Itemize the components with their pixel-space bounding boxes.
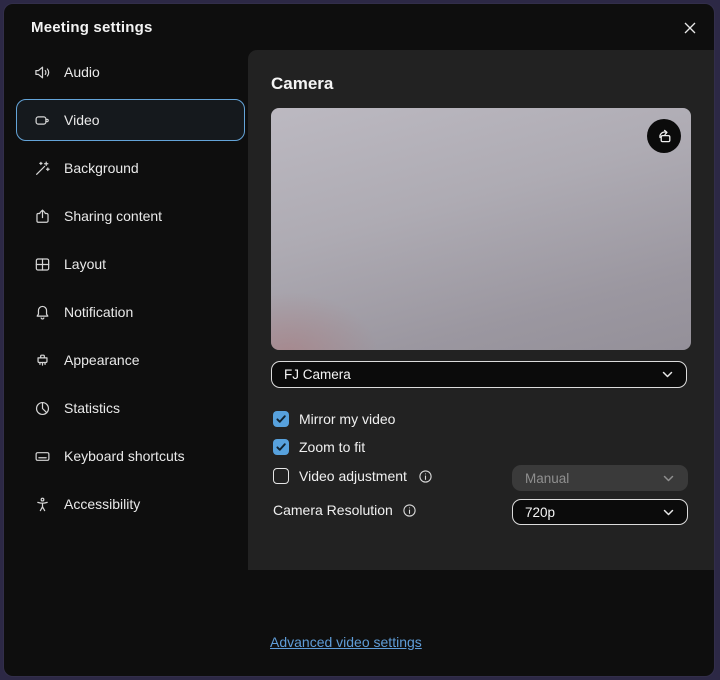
checkbox-unchecked-icon — [273, 468, 289, 484]
close-icon — [683, 21, 697, 35]
sidebar-item-label: Statistics — [64, 400, 120, 416]
speaker-icon — [34, 64, 51, 81]
panel-heading: Camera — [271, 74, 333, 94]
camera-preview — [271, 108, 691, 350]
mirror-my-video-label: Mirror my video — [299, 411, 395, 427]
sidebar-item-statistics[interactable]: Statistics — [16, 387, 245, 429]
camera-resolution-row: Camera Resolution — [273, 497, 417, 523]
sidebar-item-label: Accessibility — [64, 496, 140, 512]
sidebar-item-label: Audio — [64, 64, 100, 80]
sidebar-item-layout[interactable]: Layout — [16, 243, 245, 285]
camera-device-value: FJ Camera — [284, 367, 351, 382]
video-camera-icon — [34, 112, 51, 129]
flip-camera-icon — [655, 127, 674, 146]
share-icon — [34, 208, 51, 225]
pie-chart-icon — [34, 400, 51, 417]
sidebar-item-accessibility[interactable]: Accessibility — [16, 483, 245, 525]
info-icon[interactable] — [418, 469, 433, 484]
keyboard-icon — [34, 448, 51, 465]
video-adjustment-select: Manual — [512, 465, 688, 491]
close-button[interactable] — [677, 15, 703, 41]
camera-device-select[interactable]: FJ Camera — [271, 361, 687, 388]
paint-brush-icon — [34, 352, 51, 369]
sidebar-item-label: Background — [64, 160, 139, 176]
sidebar-item-background[interactable]: Background — [16, 147, 245, 189]
sidebar-item-audio[interactable]: Audio — [16, 51, 245, 93]
chevron-down-icon — [662, 506, 675, 519]
video-adjustment-label: Video adjustment — [299, 468, 407, 484]
advanced-video-settings-link[interactable]: Advanced video settings — [270, 634, 422, 650]
mirror-my-video-checkbox[interactable]: Mirror my video — [273, 411, 395, 427]
checkbox-checked-icon — [273, 439, 289, 455]
camera-resolution-value: 720p — [525, 505, 555, 520]
sidebar-item-label: Layout — [64, 256, 106, 272]
sidebar-item-video[interactable]: Video — [16, 99, 245, 141]
meeting-settings-dialog: Meeting settings Audio Video Background … — [4, 4, 714, 676]
camera-resolution-label: Camera Resolution — [273, 502, 393, 518]
chevron-down-icon — [661, 368, 674, 381]
zoom-to-fit-checkbox[interactable]: Zoom to fit — [273, 439, 365, 455]
sidebar-item-label: Keyboard shortcuts — [64, 448, 185, 464]
chevron-down-icon — [662, 472, 675, 485]
flip-camera-button[interactable] — [647, 119, 681, 153]
video-adjustment-value: Manual — [525, 471, 569, 486]
sidebar-item-label: Notification — [64, 304, 133, 320]
magic-wand-icon — [34, 160, 51, 177]
sidebar-item-label: Video — [64, 112, 100, 128]
sidebar-item-label: Sharing content — [64, 208, 162, 224]
video-adjustment-checkbox[interactable]: Video adjustment — [273, 468, 433, 484]
accessibility-icon — [34, 496, 51, 513]
camera-resolution-select[interactable]: 720p — [512, 499, 688, 525]
video-settings-panel: Camera FJ Camera Mirror my video — [248, 50, 714, 570]
checkbox-checked-icon — [273, 411, 289, 427]
sidebar-item-label: Appearance — [64, 352, 140, 368]
sidebar-item-keyboard-shortcuts[interactable]: Keyboard shortcuts — [16, 435, 245, 477]
sidebar-item-notification[interactable]: Notification — [16, 291, 245, 333]
sidebar-item-appearance[interactable]: Appearance — [16, 339, 245, 381]
info-icon[interactable] — [402, 503, 417, 518]
grid-layout-icon — [34, 256, 51, 273]
sidebar-item-sharing-content[interactable]: Sharing content — [16, 195, 245, 237]
bell-icon — [34, 304, 51, 321]
zoom-to-fit-label: Zoom to fit — [299, 439, 365, 455]
dialog-title: Meeting settings — [31, 19, 153, 36]
